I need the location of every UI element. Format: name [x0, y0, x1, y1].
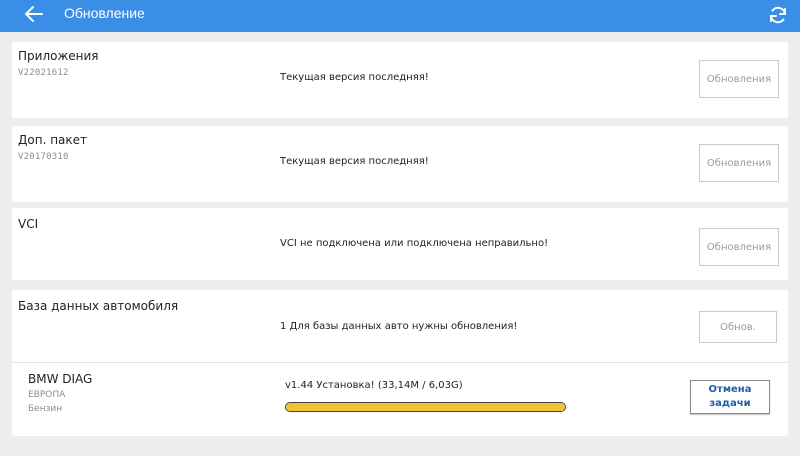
- card-version: V22021612: [18, 68, 69, 78]
- vehicle-item-fuel: Бензин: [28, 404, 63, 414]
- update-button[interactable]: Обновления: [699, 144, 779, 182]
- update-button[interactable]: Обновления: [699, 60, 779, 98]
- card-title: База данных автомобиля: [18, 299, 179, 313]
- card-status: Текущая версия последняя!: [280, 156, 429, 167]
- update-card-extra-package: Доп. пакет V20170310 Текущая версия посл…: [12, 126, 788, 202]
- card-status: VCI не подключена или подключена неправи…: [280, 238, 549, 249]
- arrow-left-icon[interactable]: [22, 2, 46, 26]
- update-card-vci: VCI VCI не подключена или подключена неп…: [12, 208, 788, 280]
- update-button[interactable]: Обнов.: [699, 311, 777, 343]
- vehicle-item-region: ЕВРОПА: [28, 390, 66, 400]
- card-title: VCI: [18, 217, 39, 231]
- update-button[interactable]: Обновления: [699, 228, 779, 266]
- refresh-icon[interactable]: [766, 3, 790, 27]
- install-progress-bar: [285, 402, 566, 412]
- card-status: 1 Для базы данных авто нужны обновления!: [280, 321, 518, 332]
- divider: [12, 362, 788, 363]
- install-status: v1.44 Установка! (33,14M / 6,03G): [285, 380, 463, 391]
- cancel-task-button[interactable]: Отмена задачи: [690, 380, 770, 414]
- update-card-vehicle-database: База данных автомобиля 1 Для базы данных…: [12, 290, 788, 436]
- vehicle-item-name: BMW DIAG: [28, 372, 93, 386]
- card-status: Текущая версия последняя!: [280, 72, 429, 83]
- top-app-bar: Обновление: [0, 0, 800, 32]
- card-title: Приложения: [18, 49, 99, 63]
- update-card-applications: Приложения V22021612 Текущая версия посл…: [12, 42, 788, 118]
- install-progress-fill: [286, 403, 565, 411]
- card-version: V20170310: [18, 152, 69, 162]
- card-title: Доп. пакет: [18, 133, 88, 147]
- page-title: Обновление: [64, 5, 145, 21]
